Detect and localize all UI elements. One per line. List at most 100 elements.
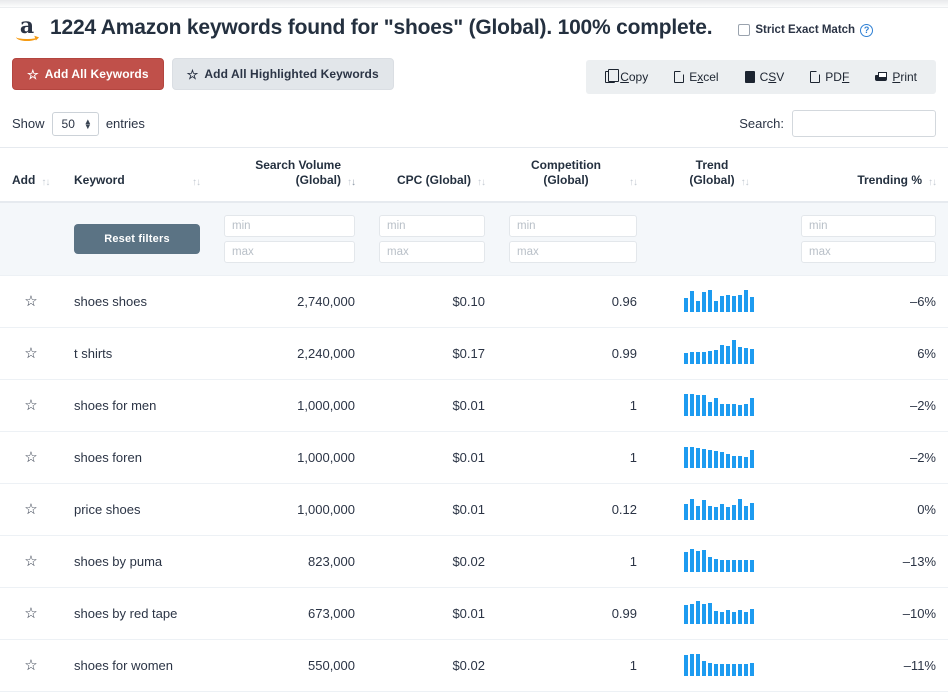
search-input[interactable] [792,110,936,137]
sort-toggle-competition[interactable]: ↑↓ [629,177,638,189]
table-row[interactable]: ☆ shoes for women 550,000 $0.02 1 –11% [0,639,948,692]
strict-exact-match-control[interactable]: Strict Exact Match ? [738,23,874,37]
star-outline-icon[interactable]: ☆ [24,658,37,673]
filter-trending-pct-max[interactable] [801,240,936,263]
add-keyword-cell: ☆ [0,275,62,328]
cpc-cell: $0.01 [367,483,497,536]
page-length-value: 50 [61,116,75,131]
column-header-competition[interactable]: Competition (Global) ↑↓ [497,146,649,203]
column-header-trend-sublabel: (Global) [689,173,735,188]
filter-cpc-min[interactable] [379,214,485,237]
keyword-cell: shoes by puma [62,535,212,588]
question-mark-circle-icon[interactable]: ? [860,23,874,37]
filter-search-volume-min[interactable] [224,214,355,237]
excel-file-icon [674,71,685,83]
trending-pct-cell: –2% [789,431,948,484]
star-outline-icon[interactable]: ☆ [24,606,37,621]
export-button-group: Copy Excel CSV PDF Print [586,60,936,94]
print-button[interactable]: Print [862,64,930,90]
table-row[interactable]: ☆canpus shoes550,000$0.021 –16% [0,691,948,697]
table-row[interactable]: ☆ t shirts 2,240,000 $0.17 0.99 6% [0,327,948,380]
copy-button-accesskey: C [620,70,629,84]
table-row[interactable]: ☆ shoes shoes 2,740,000 $0.10 0.96 –6% [0,275,948,328]
add-all-highlighted-keywords-button[interactable]: ☆ Add All Highlighted Keywords [171,58,394,90]
page-length-control: Show 50 ▲ ▼ entries [12,111,145,136]
filter-search-volume-max[interactable] [224,240,355,263]
trend-cell [649,327,789,380]
star-outline-icon[interactable]: ☆ [24,502,37,517]
star-outline-icon[interactable]: ☆ [24,554,37,569]
add-keyword-cell: ☆ [0,691,62,697]
add-all-keywords-button[interactable]: ☆ Add All Keywords [12,58,164,90]
table-row[interactable]: ☆ shoes by puma 823,000 $0.02 1 –13% [0,535,948,588]
trend-cell [649,275,789,328]
column-header-trending-pct[interactable]: Trending % ↑↓ [789,146,948,203]
csv-file-icon [744,71,755,83]
csv-button-label-post: V [776,70,785,84]
chevron-updown-icon: ▲ ▼ [83,116,92,131]
cpc-cell: $0.01 [367,379,497,432]
trend-cell [649,535,789,588]
keywords-table: Add ↑↓ Keyword ↑↓ Search Volume (Global) [0,146,948,697]
search-volume-cell: 1,000,000 [212,483,367,536]
table-header: Add ↑↓ Keyword ↑↓ Search Volume (Global) [0,146,948,203]
csv-button[interactable]: CSV [732,64,798,90]
trend-cell [649,431,789,484]
trend-sparkline [684,339,754,364]
column-header-cpc-label: CPC (Global) [397,173,471,188]
sort-toggle-trending-pct[interactable]: ↑↓ [928,177,937,189]
window-top-strip [0,0,948,8]
search-label: Search: [739,116,784,131]
trending-pct-cell: –10% [789,587,948,640]
trend-sparkline [684,288,754,312]
search-volume-cell: 1,000,000 [212,431,367,484]
star-outline-icon[interactable]: ☆ [24,398,37,413]
column-header-add[interactable]: Add ↑↓ [0,146,62,203]
competition-cell: 1 [497,691,649,697]
cpc-cell: $0.01 [367,587,497,640]
star-outline-icon: ☆ [27,66,39,82]
table-controls: Show 50 ▲ ▼ entries Search: [0,94,948,147]
add-keyword-cell: ☆ [0,535,62,588]
keyword-research-page: a 1224 Amazon keywords found for "shoes"… [0,0,948,697]
star-outline-icon[interactable]: ☆ [24,294,37,309]
column-header-keyword[interactable]: Keyword ↑↓ [62,146,212,203]
column-header-trend[interactable]: Trend (Global) ↑↓ [649,146,789,203]
add-all-keywords-label: Add All Keywords [44,67,149,81]
table-row[interactable]: ☆ shoes for men 1,000,000 $0.01 1 –2% [0,379,948,432]
filter-trending-pct-min[interactable] [801,214,936,237]
search-volume-cell: 823,000 [212,535,367,588]
sort-toggle-search-volume[interactable]: ↑↓ [347,177,356,189]
competition-cell: 0.99 [497,327,649,380]
trend-sparkline [684,548,754,572]
column-header-cpc[interactable]: CPC (Global) ↑↓ [367,146,497,203]
sort-toggle-cpc[interactable]: ↑↓ [477,177,486,189]
star-outline-icon[interactable]: ☆ [24,346,37,361]
page-length-select[interactable]: 50 ▲ ▼ [51,111,99,136]
filter-competition-max[interactable] [509,240,637,263]
keyword-cell: shoes for men [62,379,212,432]
sort-toggle-keyword[interactable]: ↑↓ [192,177,201,189]
filter-competition-min[interactable] [509,214,637,237]
table-row[interactable]: ☆ shoes by red tape 673,000 $0.01 0.99 –10% [0,587,948,640]
table-row[interactable]: ☆ shoes foren 1,000,000 $0.01 1 –2% [0,431,948,484]
column-header-search-volume[interactable]: Search Volume (Global) ↑↓ [212,146,367,203]
filter-cell-competition [497,201,649,276]
keyword-cell: shoes foren [62,431,212,484]
strict-exact-match-checkbox[interactable] [738,24,751,36]
star-outline-icon[interactable]: ☆ [24,450,37,465]
filter-cpc-max[interactable] [379,240,485,263]
trending-pct-cell: 6% [789,327,948,380]
copy-icon [605,69,620,83]
filter-row: Reset filters [0,201,948,276]
sort-toggle-trend[interactable]: ↑↓ [741,177,750,189]
printer-icon [875,71,888,83]
reset-filters-button[interactable]: Reset filters [74,223,200,254]
copy-button[interactable]: Copy [592,64,661,90]
trend-cell [649,483,789,536]
excel-button[interactable]: Excel [661,64,731,90]
column-header-search-volume-label: Search Volume [255,158,341,172]
sort-toggle-add[interactable]: ↑↓ [41,177,50,189]
table-row[interactable]: ☆ price shoes 1,000,000 $0.01 0.12 0% [0,483,948,536]
pdf-button[interactable]: PDF [797,64,862,90]
